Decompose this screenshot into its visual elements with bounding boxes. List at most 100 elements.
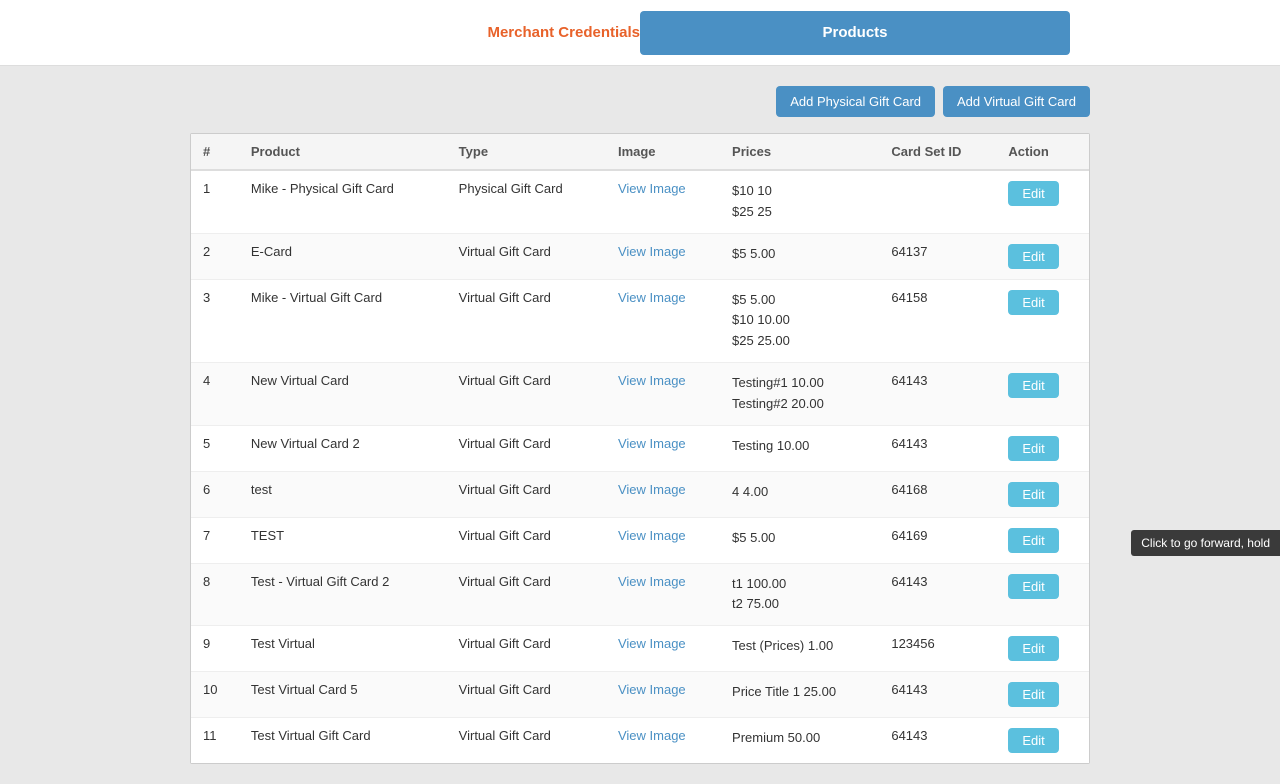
view-image-link[interactable]: View Image	[618, 482, 686, 497]
edit-button[interactable]: Edit	[1008, 244, 1058, 269]
edit-button[interactable]: Edit	[1008, 181, 1058, 206]
cell-type: Virtual Gift Card	[447, 362, 606, 425]
view-image-link[interactable]: View Image	[618, 290, 686, 305]
cell-num: 10	[191, 672, 239, 718]
edit-button[interactable]: Edit	[1008, 290, 1058, 315]
edit-button[interactable]: Edit	[1008, 436, 1058, 461]
table-header-row: # Product Type Image Prices Card Set ID …	[191, 134, 1089, 170]
cell-type: Virtual Gift Card	[447, 233, 606, 279]
cell-num: 8	[191, 563, 239, 626]
cell-action: Edit	[996, 672, 1089, 718]
table-row: 11 Test Virtual Gift Card Virtual Gift C…	[191, 718, 1089, 764]
cell-card-set-id: 123456	[879, 626, 996, 672]
edit-button[interactable]: Edit	[1008, 482, 1058, 507]
edit-button[interactable]: Edit	[1008, 636, 1058, 661]
cell-prices: 4 4.00	[720, 471, 879, 517]
view-image-link[interactable]: View Image	[618, 181, 686, 196]
cell-product: New Virtual Card 2	[239, 425, 447, 471]
cell-prices: Testing 10.00	[720, 425, 879, 471]
cell-action: Edit	[996, 517, 1089, 563]
cell-image[interactable]: View Image	[606, 471, 720, 517]
cell-card-set-id: 64168	[879, 471, 996, 517]
cell-card-set-id: 64158	[879, 279, 996, 362]
cell-num: 11	[191, 718, 239, 764]
cell-product: TEST	[239, 517, 447, 563]
edit-button[interactable]: Edit	[1008, 682, 1058, 707]
col-header-card-set-id: Card Set ID	[879, 134, 996, 170]
view-image-link[interactable]: View Image	[618, 244, 686, 259]
cell-product: Test Virtual	[239, 626, 447, 672]
edit-button[interactable]: Edit	[1008, 528, 1058, 553]
col-header-num: #	[191, 134, 239, 170]
view-image-link[interactable]: View Image	[618, 682, 686, 697]
cell-type: Virtual Gift Card	[447, 279, 606, 362]
forward-tooltip: Click to go forward, hold	[1131, 530, 1280, 556]
products-table: # Product Type Image Prices Card Set ID …	[191, 134, 1089, 763]
cell-type: Physical Gift Card	[447, 170, 606, 233]
cell-product: Mike - Virtual Gift Card	[239, 279, 447, 362]
cell-action: Edit	[996, 279, 1089, 362]
col-header-type: Type	[447, 134, 606, 170]
table-row: 4 New Virtual Card Virtual Gift Card Vie…	[191, 362, 1089, 425]
cell-image[interactable]: View Image	[606, 279, 720, 362]
cell-card-set-id: 64143	[879, 362, 996, 425]
table-row: 7 TEST Virtual Gift Card View Image $5 5…	[191, 517, 1089, 563]
col-header-prices: Prices	[720, 134, 879, 170]
view-image-link[interactable]: View Image	[618, 728, 686, 743]
cell-prices: Premium 50.00	[720, 718, 879, 764]
cell-action: Edit	[996, 626, 1089, 672]
action-buttons: Add Physical Gift Card Add Virtual Gift …	[190, 86, 1090, 117]
table-row: 5 New Virtual Card 2 Virtual Gift Card V…	[191, 425, 1089, 471]
cell-prices: t1 100.00 t2 75.00	[720, 563, 879, 626]
col-header-action: Action	[996, 134, 1089, 170]
cell-product: E-Card	[239, 233, 447, 279]
view-image-link[interactable]: View Image	[618, 528, 686, 543]
cell-image[interactable]: View Image	[606, 626, 720, 672]
cell-image[interactable]: View Image	[606, 362, 720, 425]
cell-num: 1	[191, 170, 239, 233]
cell-product: Test Virtual Card 5	[239, 672, 447, 718]
cell-card-set-id: 64137	[879, 233, 996, 279]
col-header-product: Product	[239, 134, 447, 170]
cell-prices: Testing#1 10.00 Testing#2 20.00	[720, 362, 879, 425]
cell-action: Edit	[996, 471, 1089, 517]
cell-action: Edit	[996, 362, 1089, 425]
cell-prices: $10 10 $25 25	[720, 170, 879, 233]
table-row: 1 Mike - Physical Gift Card Physical Gif…	[191, 170, 1089, 233]
cell-image[interactable]: View Image	[606, 425, 720, 471]
cell-num: 9	[191, 626, 239, 672]
cell-image[interactable]: View Image	[606, 517, 720, 563]
cell-action: Edit	[996, 233, 1089, 279]
top-bar: Merchant Credentials Products	[0, 0, 1280, 66]
add-physical-gift-card-button[interactable]: Add Physical Gift Card	[776, 86, 935, 117]
cell-image[interactable]: View Image	[606, 672, 720, 718]
cell-card-set-id	[879, 170, 996, 233]
cell-prices: Test (Prices) 1.00	[720, 626, 879, 672]
cell-prices: $5 5.00	[720, 517, 879, 563]
table-row: 2 E-Card Virtual Gift Card View Image $5…	[191, 233, 1089, 279]
view-image-link[interactable]: View Image	[618, 636, 686, 651]
products-tab[interactable]: Products	[640, 11, 1070, 55]
edit-button[interactable]: Edit	[1008, 574, 1058, 599]
view-image-link[interactable]: View Image	[618, 373, 686, 388]
cell-action: Edit	[996, 425, 1089, 471]
products-table-container: # Product Type Image Prices Card Set ID …	[190, 133, 1090, 764]
cell-num: 3	[191, 279, 239, 362]
view-image-link[interactable]: View Image	[618, 436, 686, 451]
cell-card-set-id: 64143	[879, 563, 996, 626]
table-row: 10 Test Virtual Card 5 Virtual Gift Card…	[191, 672, 1089, 718]
cell-type: Virtual Gift Card	[447, 563, 606, 626]
cell-image[interactable]: View Image	[606, 170, 720, 233]
cell-image[interactable]: View Image	[606, 718, 720, 764]
merchant-credentials-link[interactable]: Merchant Credentials	[487, 24, 640, 41]
edit-button[interactable]: Edit	[1008, 373, 1058, 398]
cell-image[interactable]: View Image	[606, 233, 720, 279]
add-virtual-gift-card-button[interactable]: Add Virtual Gift Card	[943, 86, 1090, 117]
view-image-link[interactable]: View Image	[618, 574, 686, 589]
cell-action: Edit	[996, 170, 1089, 233]
cell-card-set-id: 64169	[879, 517, 996, 563]
cell-prices: Price Title 1 25.00	[720, 672, 879, 718]
edit-button[interactable]: Edit	[1008, 728, 1058, 753]
cell-image[interactable]: View Image	[606, 563, 720, 626]
cell-type: Virtual Gift Card	[447, 517, 606, 563]
